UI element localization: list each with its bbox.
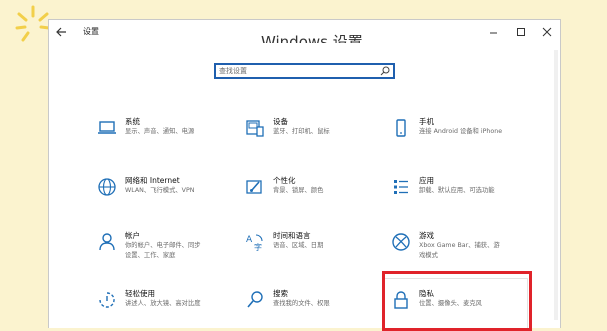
tile-system[interactable]: 系统 显示、声音、通知、电源 bbox=[97, 116, 229, 162]
tile-desc: 查找我的文件、权限 bbox=[273, 300, 330, 307]
tile-desc: 背景、锁屏、颜色 bbox=[273, 187, 324, 194]
maximize-icon[interactable] bbox=[512, 23, 530, 41]
search-box[interactable] bbox=[214, 63, 395, 79]
tile-ease-of-access[interactable]: 轻松使用 讲述人、放大镜、高对比度 bbox=[97, 288, 229, 328]
paintbrush-icon bbox=[246, 180, 262, 194]
search-icon[interactable] bbox=[380, 66, 390, 76]
scrollbar[interactable] bbox=[554, 50, 558, 320]
tile-desc: 蓝牙、打印机、鼠标 bbox=[273, 128, 330, 135]
time-language-icon: A 字 bbox=[246, 234, 263, 252]
tile-name: 个性化 bbox=[273, 176, 296, 185]
tile-name: 时间和语言 bbox=[273, 231, 311, 240]
laptop-icon bbox=[98, 121, 116, 134]
close-icon[interactable] bbox=[538, 23, 556, 41]
svg-text:字: 字 bbox=[254, 242, 262, 252]
globe-icon bbox=[98, 178, 116, 196]
xbox-icon bbox=[392, 233, 410, 251]
tile-devices[interactable]: 设备 蓝牙、打印机、鼠标 bbox=[245, 116, 377, 162]
app-title: 设置 bbox=[83, 27, 99, 36]
devices-icon bbox=[246, 120, 264, 137]
tile-network[interactable]: 网络和 Internet WLAN、飞行模式、VPN bbox=[97, 175, 229, 221]
tile-name: 手机 bbox=[419, 117, 434, 126]
search-icon bbox=[247, 291, 263, 308]
ease-of-access-icon bbox=[99, 292, 115, 308]
tile-desc: 讲述人、放大镜、高对比度 bbox=[125, 300, 201, 307]
tile-name: 系统 bbox=[125, 117, 140, 126]
tile-name: 轻松使用 bbox=[125, 289, 155, 298]
tile-desc: 连接 Android 设备和 iPhone bbox=[419, 128, 503, 135]
tile-gaming[interactable]: 游戏 Xbox Game Bar、捕获、游戏模式 bbox=[391, 230, 523, 276]
tile-name: 应用 bbox=[419, 176, 434, 185]
tile-name: 设备 bbox=[273, 117, 288, 126]
tile-desc: 你的帐户、电子邮件、同步设置、工作、家庭 bbox=[125, 242, 201, 259]
back-arrow-icon[interactable] bbox=[53, 23, 71, 41]
tile-accounts[interactable]: 帐户 你的帐户、电子邮件、同步设置、工作、家庭 bbox=[97, 230, 229, 276]
tile-name: 网络和 Internet bbox=[125, 176, 180, 185]
tile-desc: 语音、区域、日期 bbox=[273, 242, 324, 249]
tile-desc: Xbox Game Bar、捕获、游戏模式 bbox=[419, 242, 500, 259]
tile-phone[interactable]: 手机 连接 Android 设备和 iPhone bbox=[391, 116, 523, 162]
tile-desc: 卸载、默认应用、可选功能 bbox=[419, 187, 495, 194]
page-title: Windows 设置 bbox=[261, 33, 363, 43]
tile-desc: 显示、声音、通知、电源 bbox=[125, 128, 195, 135]
red-highlight-box bbox=[382, 271, 532, 331]
minimize-icon[interactable] bbox=[485, 23, 503, 41]
title-bar: 设置 Windows 设置 bbox=[49, 20, 560, 44]
sunburst-decoration bbox=[15, 5, 51, 42]
apps-icon bbox=[394, 180, 408, 194]
person-icon bbox=[99, 233, 115, 251]
tile-name: 搜索 bbox=[273, 289, 288, 298]
tile-name: 帐户 bbox=[125, 231, 140, 240]
tile-apps[interactable]: 应用 卸载、默认应用、可选功能 bbox=[391, 175, 523, 221]
search-input[interactable] bbox=[219, 65, 374, 77]
tile-search[interactable]: 搜索 查找我的文件、权限 bbox=[245, 288, 377, 328]
tile-name: 游戏 bbox=[419, 231, 434, 240]
phone-icon bbox=[396, 119, 406, 137]
tile-personalization[interactable]: 个性化 背景、锁屏、颜色 bbox=[245, 175, 377, 221]
tile-desc: WLAN、飞行模式、VPN bbox=[125, 187, 195, 194]
svg-text:A: A bbox=[246, 235, 253, 245]
tile-time-language[interactable]: A 字 时间和语言 语音、区域、日期 bbox=[245, 230, 377, 276]
